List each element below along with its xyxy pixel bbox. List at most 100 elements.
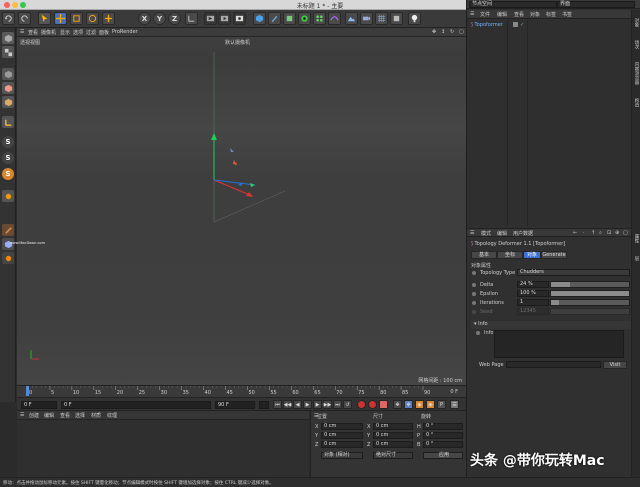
- grid-icon[interactable]: [375, 12, 388, 25]
- vp-zoom-icon[interactable]: ↕: [441, 29, 445, 35]
- coord-mode-select[interactable]: 对象 (相对): [321, 452, 363, 459]
- om-menu-object[interactable]: 对象: [530, 11, 540, 18]
- object-mode-icon[interactable]: [2, 82, 14, 94]
- node-space-select[interactable]: 节点空间: [469, 1, 557, 8]
- side-tab-objects[interactable]: 对象: [633, 18, 639, 27]
- tab-generate[interactable]: Generate: [541, 251, 567, 259]
- param-slider[interactable]: [550, 290, 630, 297]
- info-section-header[interactable]: ▾ Info: [471, 321, 631, 329]
- size-mode-select[interactable]: 绝对尺寸: [373, 452, 413, 459]
- undo-icon[interactable]: [2, 12, 15, 25]
- topology-type-select[interactable]: Chudders: [517, 269, 630, 276]
- side-tab-layers[interactable]: 层: [633, 256, 639, 261]
- pen-icon[interactable]: [268, 12, 281, 25]
- prev-key-icon[interactable]: ◀◀: [283, 400, 292, 409]
- object-item-topoformer[interactable]: ⟆ Topoformer: [471, 22, 503, 29]
- autokey-icon[interactable]: [368, 400, 377, 409]
- enabled-check-icon[interactable]: ✓: [520, 22, 524, 28]
- size-y-field[interactable]: 0 cm: [373, 432, 413, 439]
- anim-dot-icon[interactable]: [476, 331, 480, 335]
- vp-menu-filter[interactable]: 过滤: [86, 29, 96, 36]
- axis-mode-icon[interactable]: [2, 116, 14, 128]
- model-mode-icon[interactable]: [2, 68, 14, 80]
- tab-coord[interactable]: 坐标: [497, 251, 523, 259]
- render-icon[interactable]: [218, 12, 231, 25]
- mat-menu-edit[interactable]: 编辑: [44, 412, 54, 419]
- environment-icon[interactable]: [345, 12, 358, 25]
- rot-h-field[interactable]: 0 °: [423, 423, 463, 430]
- anim-dot-icon[interactable]: [472, 310, 476, 314]
- param-slider[interactable]: [550, 308, 630, 315]
- end-frame-stepper[interactable]: [259, 401, 269, 409]
- play-icon[interactable]: ▶: [303, 400, 312, 409]
- attr-menu-mode[interactable]: 模式: [481, 230, 491, 237]
- subdivide-icon[interactable]: [283, 12, 296, 25]
- last-tool-icon[interactable]: [102, 12, 115, 25]
- vp-rotate-icon[interactable]: ↻: [450, 29, 454, 35]
- prev-frame-icon[interactable]: ◀: [293, 400, 302, 409]
- expand-icon[interactable]: ▢: [623, 230, 628, 236]
- param-value-field[interactable]: 1: [517, 299, 549, 306]
- om-menu-tags[interactable]: 标签: [546, 11, 556, 18]
- pos-x-field[interactable]: 0 cm: [321, 423, 363, 430]
- side-tab-content-browser[interactable]: 内容浏览器: [633, 62, 639, 85]
- key-rotation-icon[interactable]: ✥: [404, 400, 413, 409]
- sculpt-icon[interactable]: [390, 12, 403, 25]
- forward-arrow-icon[interactable]: ·: [583, 230, 585, 236]
- up-arrow-icon[interactable]: ↑: [591, 230, 595, 236]
- om-menu-bookmarks[interactable]: 书签: [562, 11, 572, 18]
- redo-icon[interactable]: [18, 12, 31, 25]
- axis-x-button[interactable]: X: [138, 12, 151, 25]
- key-position-icon[interactable]: ✥: [393, 400, 402, 409]
- size-z-field[interactable]: 0 cm: [373, 441, 413, 448]
- render-view-icon[interactable]: [204, 12, 217, 25]
- axis-y-button[interactable]: Y: [153, 12, 166, 25]
- om-menu-edit[interactable]: 编辑: [497, 11, 507, 18]
- timeline-ruler[interactable]: 0 5 10 15 20 25 30 35 40 45 50 55 60 65 70 75 80 85 90 0 F: [17, 385, 466, 397]
- rot-b-field[interactable]: 0 °: [423, 441, 463, 448]
- om-menu-file[interactable]: 文件: [480, 11, 490, 18]
- vp-menu-prorender[interactable]: ProRender: [112, 29, 138, 35]
- om-menu-view[interactable]: 查看: [514, 11, 524, 18]
- mat-menu-view[interactable]: 查看: [60, 412, 70, 419]
- key-param-icon[interactable]: ◉: [426, 400, 435, 409]
- light-icon[interactable]: [408, 12, 421, 25]
- param-value-field[interactable]: 100 %: [517, 290, 549, 297]
- record-active-icon[interactable]: [357, 400, 366, 409]
- tab-basic[interactable]: 基本: [471, 251, 497, 259]
- scale-icon[interactable]: [70, 12, 83, 25]
- vp-menu-options[interactable]: 选项: [73, 29, 83, 36]
- snap-icon[interactable]: S: [2, 136, 14, 148]
- rot-p-field[interactable]: 0 °: [423, 432, 463, 439]
- size-x-field[interactable]: 0 cm: [373, 423, 413, 430]
- pos-z-field[interactable]: 0 cm: [321, 441, 363, 448]
- next-key-icon[interactable]: ▶▶: [323, 400, 332, 409]
- render-settings-icon[interactable]: [233, 12, 246, 25]
- new-window-icon[interactable]: ⊕: [615, 230, 619, 236]
- snap-settings-icon[interactable]: S: [2, 152, 14, 164]
- object-list[interactable]: ⟆ Topoformer ✓: [467, 20, 631, 226]
- start-frame-field[interactable]: 0 F: [21, 401, 57, 409]
- texture-mode-icon[interactable]: [2, 46, 14, 58]
- select-icon[interactable]: [38, 12, 51, 25]
- next-frame-icon[interactable]: ▶: [313, 400, 322, 409]
- info-textarea[interactable]: [494, 330, 624, 358]
- perspective-viewport[interactable]: 透视视图 默认摄像机 www.MacDown.com 网格间距 : 100 cm: [10, 37, 466, 385]
- webpage-field[interactable]: [506, 361, 601, 368]
- current-frame-field[interactable]: 0 F: [61, 401, 211, 409]
- visit-button[interactable]: Visit: [603, 361, 627, 369]
- side-tab-structure[interactable]: 构造: [633, 98, 639, 107]
- mat-menu-select[interactable]: 选择: [75, 412, 85, 419]
- lock-icon[interactable]: [2, 252, 14, 264]
- field-icon[interactable]: [313, 12, 326, 25]
- anim-dot-icon[interactable]: [472, 292, 476, 296]
- param-value-field[interactable]: 24 %: [517, 281, 549, 288]
- goto-start-icon[interactable]: ⏮: [273, 400, 282, 409]
- param-value-field[interactable]: 12345: [517, 308, 549, 315]
- camera-icon[interactable]: [360, 12, 373, 25]
- back-arrow-icon[interactable]: ←: [573, 230, 577, 236]
- lock-icon[interactable]: ⊡: [607, 230, 611, 236]
- param-slider[interactable]: [550, 299, 630, 306]
- vp-menu-panel[interactable]: 面板: [99, 29, 109, 36]
- axis-z-button[interactable]: Z: [168, 12, 181, 25]
